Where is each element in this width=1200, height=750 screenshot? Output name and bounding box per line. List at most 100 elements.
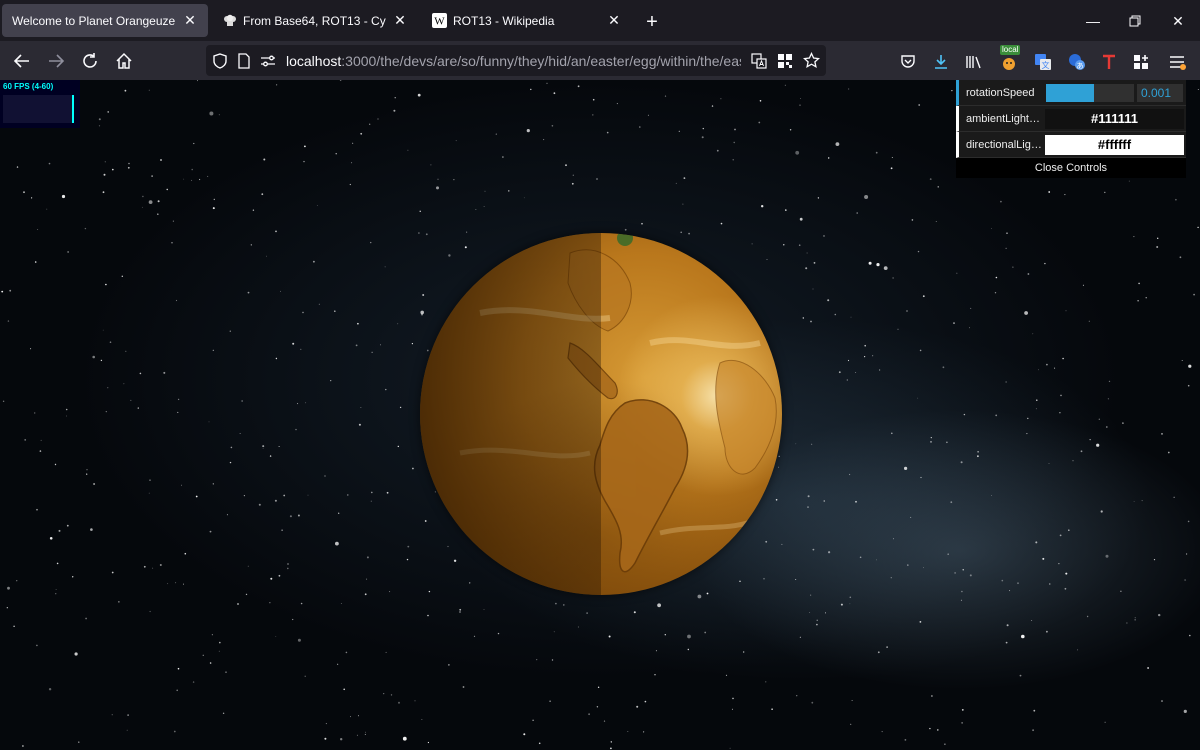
- translate-icon[interactable]: [749, 51, 769, 71]
- url-text[interactable]: localhost:3000/the/devs/are/so/funny/the…: [286, 53, 741, 69]
- star: [398, 701, 400, 704]
- star: [421, 719, 423, 720]
- star: [1189, 634, 1191, 637]
- star: [1161, 433, 1163, 435]
- star: [324, 475, 326, 477]
- new-tab-button[interactable]: +: [640, 10, 664, 34]
- star: [1105, 426, 1108, 428]
- minimize-button[interactable]: —: [1078, 8, 1108, 34]
- url-path: :3000/the/devs/are/so/funny/they/hid/an/…: [341, 52, 741, 69]
- star: [608, 635, 611, 638]
- star: [1183, 709, 1187, 714]
- star: [960, 461, 963, 464]
- star: [1173, 496, 1175, 498]
- shield-icon[interactable]: [210, 51, 230, 71]
- menu-hamburger-icon[interactable]: [1166, 51, 1188, 73]
- close-icon[interactable]: ✕: [392, 12, 408, 29]
- star: [212, 483, 214, 485]
- star: [193, 142, 195, 145]
- restore-button[interactable]: [1120, 8, 1150, 34]
- star: [218, 650, 220, 652]
- star: [126, 729, 128, 731]
- close-controls-button[interactable]: Close Controls: [956, 158, 1186, 178]
- star: [917, 250, 920, 253]
- download-icon[interactable]: [930, 51, 952, 73]
- star: [532, 719, 534, 721]
- star: [720, 98, 722, 100]
- dictionary-extension-icon[interactable]: あ: [1066, 51, 1088, 73]
- star: [330, 380, 332, 382]
- star: [399, 406, 402, 409]
- fps-stats-panel[interactable]: 60 FPS (4-60): [0, 80, 80, 128]
- permissions-icon[interactable]: [258, 51, 278, 71]
- star: [46, 208, 48, 210]
- star: [682, 203, 684, 205]
- star: [864, 356, 866, 358]
- home-button[interactable]: [110, 47, 138, 75]
- star: [152, 567, 154, 569]
- star: [16, 580, 18, 582]
- close-icon[interactable]: ✕: [606, 12, 622, 29]
- navigation-toolbar: localhost:3000/the/devs/are/so/funny/the…: [0, 41, 1200, 80]
- star: [850, 723, 852, 725]
- star: [969, 574, 972, 577]
- star: [195, 495, 198, 498]
- star: [118, 601, 120, 603]
- extensions-puzzle-icon[interactable]: [1130, 51, 1152, 73]
- directional-light-color-input[interactable]: #ffffff: [1045, 135, 1184, 155]
- star: [171, 242, 173, 244]
- star: [65, 408, 68, 411]
- star: [103, 173, 106, 176]
- star: [546, 82, 548, 84]
- star: [956, 272, 958, 274]
- star: [596, 706, 599, 708]
- star: [13, 625, 15, 627]
- star: [287, 567, 289, 570]
- page-icon[interactable]: [234, 51, 254, 71]
- fps-label: 60 FPS (4-60): [3, 82, 54, 91]
- pocket-icon[interactable]: [897, 51, 919, 73]
- star: [886, 646, 888, 648]
- translate-extension-icon[interactable]: 文: [1032, 51, 1054, 73]
- star: [497, 632, 500, 635]
- rotation-speed-input[interactable]: 0.001: [1137, 84, 1183, 102]
- address-bar[interactable]: localhost:3000/the/devs/are/so/funny/the…: [206, 45, 826, 76]
- star: [687, 634, 691, 639]
- star: [1161, 700, 1163, 702]
- rotation-speed-slider[interactable]: [1046, 84, 1134, 102]
- ambient-light-color-input[interactable]: #111111: [1045, 109, 1184, 129]
- star: [883, 266, 888, 270]
- back-button[interactable]: [8, 47, 36, 75]
- star: [287, 563, 289, 565]
- star: [31, 197, 33, 199]
- star: [9, 289, 12, 292]
- local-extension-button[interactable]: local: [998, 45, 1021, 73]
- scene-canvas[interactable]: 60 FPS (4-60) rotationSpeed 0.001 ambien…: [0, 80, 1200, 750]
- tab-wikipedia[interactable]: W ROT13 - Wikipedia ✕: [422, 4, 632, 37]
- library-icon[interactable]: [963, 51, 985, 73]
- qr-code-icon[interactable]: [775, 51, 795, 71]
- close-window-button[interactable]: ✕: [1163, 8, 1193, 34]
- close-icon[interactable]: ✕: [182, 12, 198, 29]
- star: [1188, 364, 1192, 368]
- text-extension-icon[interactable]: [1098, 51, 1120, 73]
- bookmark-star-icon[interactable]: [801, 51, 821, 71]
- reload-button[interactable]: [76, 47, 104, 75]
- star: [704, 631, 707, 634]
- star: [947, 553, 949, 555]
- star: [58, 529, 61, 532]
- star: [946, 441, 948, 444]
- star: [1175, 198, 1177, 201]
- star: [827, 299, 830, 302]
- star: [139, 372, 142, 375]
- star: [799, 217, 803, 221]
- star: [303, 160, 305, 163]
- tab-planet-orangeuze[interactable]: Welcome to Planet Orangeuze ✕: [2, 4, 208, 37]
- forward-arrow-icon: [49, 54, 65, 68]
- star: [72, 576, 74, 578]
- star: [1197, 226, 1199, 229]
- star: [407, 149, 409, 151]
- forward-button[interactable]: [42, 47, 70, 75]
- star: [1035, 541, 1038, 544]
- tab-cyberchef[interactable]: From Base64, ROT13 - CyberChef ✕: [212, 4, 418, 37]
